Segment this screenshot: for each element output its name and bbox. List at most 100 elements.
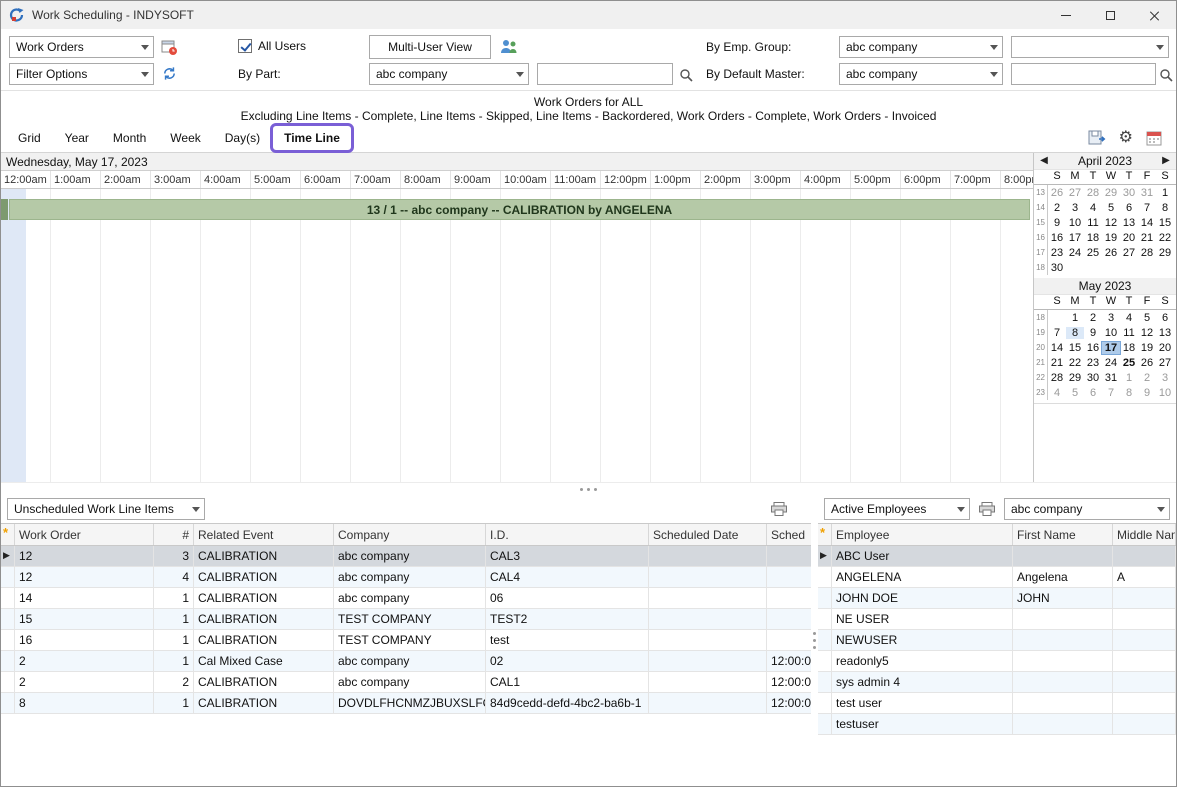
close-button[interactable] [1132, 1, 1176, 29]
calendar-day[interactable]: 1 [1156, 187, 1174, 199]
calendar-icon[interactable] [1146, 130, 1162, 146]
table-row[interactable]: 141CALIBRATIONabc company06 [1, 588, 811, 609]
calendar-day[interactable]: 7 [1102, 387, 1120, 399]
calendar-day[interactable]: 26 [1102, 247, 1120, 259]
calendar-day[interactable]: 26 [1138, 357, 1156, 369]
calendar-day[interactable]: 29 [1066, 372, 1084, 384]
calendar-day[interactable]: 26 [1048, 187, 1066, 199]
calendar-day[interactable]: 9 [1048, 217, 1066, 229]
calendar-day[interactable]: 6 [1084, 387, 1102, 399]
table-row[interactable]: readonly5 [818, 651, 1176, 672]
calendar-day[interactable]: 8 [1156, 202, 1174, 214]
calendar-day[interactable]: 18 [1084, 232, 1102, 244]
table-row[interactable]: sys admin 4 [818, 672, 1176, 693]
table-row[interactable]: test user [818, 693, 1176, 714]
calendar-day[interactable]: 28 [1048, 372, 1066, 384]
settings-gear-icon[interactable]: ⚙ [1119, 130, 1133, 146]
calendar-day[interactable]: 31 [1102, 372, 1120, 384]
calendar-day[interactable]: 13 [1156, 327, 1174, 339]
table-row[interactable]: 151CALIBRATIONTEST COMPANYTEST2 [1, 609, 811, 630]
calendar-day[interactable]: 4 [1048, 387, 1066, 399]
calendar-day[interactable]: 10 [1066, 217, 1084, 229]
tab-year[interactable]: Year [54, 127, 100, 149]
calendar-day[interactable]: 14 [1138, 217, 1156, 229]
minimize-button[interactable] [1044, 1, 1088, 29]
all-users-checkbox[interactable]: All Users [238, 39, 306, 53]
calendar-day[interactable]: 9 [1138, 387, 1156, 399]
calendar-day[interactable]: 17 [1102, 342, 1120, 354]
part-search-icon[interactable] [679, 68, 693, 82]
multi-user-icon[interactable] [500, 38, 518, 55]
calendar-day[interactable]: 25 [1084, 247, 1102, 259]
timeline-grid[interactable]: 13 / 1 -- abc company -- CALIBRATION by … [1, 189, 1033, 482]
calendar-day[interactable]: 5 [1102, 202, 1120, 214]
table-row[interactable]: ▶123CALIBRATIONabc companyCAL3 [1, 546, 811, 567]
calendar-day[interactable]: 7 [1138, 202, 1156, 214]
calendar-day[interactable]: 16 [1084, 342, 1102, 354]
tab-time-line[interactable]: Time Line [273, 127, 351, 149]
calendar-day[interactable]: 20 [1120, 232, 1138, 244]
calendar-day[interactable]: 29 [1156, 247, 1174, 259]
calendar-day[interactable]: 27 [1156, 357, 1174, 369]
table-row[interactable]: 21Cal Mixed Caseabc company0212:00:00 [1, 651, 811, 672]
refresh-icon[interactable] [162, 66, 177, 81]
column-header[interactable]: Employee [832, 524, 1013, 545]
tab-month[interactable]: Month [102, 127, 157, 149]
schedule-calendar-icon[interactable] [161, 39, 178, 56]
part-search-input[interactable] [537, 63, 673, 85]
column-header[interactable]: Company [334, 524, 486, 545]
emp-group-select[interactable]: abc company [839, 36, 1003, 58]
calendar-day[interactable]: 24 [1102, 357, 1120, 369]
calendar-day[interactable]: 12 [1102, 217, 1120, 229]
column-header[interactable]: Scheduled Date [649, 524, 767, 545]
table-row[interactable]: ▶ABC User [818, 546, 1176, 567]
horizontal-splitter[interactable] [1, 482, 1176, 495]
calendar-day[interactable]: 25 [1120, 357, 1138, 369]
calendar-day[interactable]: 7 [1048, 327, 1066, 339]
table-row[interactable]: NE USER [818, 609, 1176, 630]
default-master-select[interactable]: abc company [839, 63, 1003, 85]
master-search-icon[interactable] [1159, 68, 1173, 82]
employees-view-select[interactable]: Active Employees [824, 498, 970, 520]
calendar-day[interactable]: 10 [1102, 327, 1120, 339]
table-row[interactable]: 81CALIBRATIONDOVDLFHCNMZJBUXSLFCGNI84d9c… [1, 693, 811, 714]
calendar-day[interactable]: 4 [1120, 312, 1138, 324]
calendar-day[interactable]: 21 [1048, 357, 1066, 369]
table-row[interactable]: NEWUSER [818, 630, 1176, 651]
table-row[interactable]: 22CALIBRATIONabc companyCAL112:00:00 [1, 672, 811, 693]
column-header[interactable]: First Name [1013, 524, 1113, 545]
calendar-day[interactable]: 6 [1156, 312, 1174, 324]
calendar-day[interactable]: 1 [1066, 312, 1084, 324]
prev-month-button[interactable]: ◀ [1037, 155, 1051, 166]
master-search-input[interactable] [1011, 63, 1156, 85]
column-header[interactable]: Work Order [15, 524, 154, 545]
column-header[interactable]: # [154, 524, 194, 545]
calendar-day[interactable]: 3 [1156, 372, 1174, 384]
export-layout-icon[interactable] [1088, 130, 1106, 146]
calendar-day[interactable]: 18 [1120, 342, 1138, 354]
calendar-day[interactable]: 28 [1138, 247, 1156, 259]
calendar-day[interactable]: 8 [1120, 387, 1138, 399]
calendar-day[interactable]: 23 [1048, 247, 1066, 259]
calendar-day[interactable]: 23 [1084, 357, 1102, 369]
calendar-day[interactable]: 24 [1066, 247, 1084, 259]
employees-header-row[interactable]: *EmployeeFirst NameMiddle Name [818, 524, 1176, 546]
calendar-day[interactable]: 11 [1120, 327, 1138, 339]
employee-company-select[interactable]: abc company [1004, 498, 1170, 520]
calendar-day[interactable]: 27 [1120, 247, 1138, 259]
work-items-view-select[interactable]: Unscheduled Work Line Items [7, 498, 205, 520]
calendar-day[interactable]: 19 [1138, 342, 1156, 354]
maximize-button[interactable] [1088, 1, 1132, 29]
next-month-button[interactable]: ▶ [1159, 155, 1173, 166]
calendar-day[interactable]: 8 [1066, 327, 1084, 339]
print-work-items-icon[interactable] [771, 502, 787, 516]
calendar-day[interactable]: 6 [1120, 202, 1138, 214]
calendar-day[interactable]: 1 [1120, 372, 1138, 384]
calendar-day[interactable]: 3 [1066, 202, 1084, 214]
schedule-event-bar[interactable]: 13 / 1 -- abc company -- CALIBRATION by … [9, 199, 1030, 220]
view-mode-select[interactable]: Work Orders [9, 36, 154, 58]
calendar-day[interactable]: 21 [1138, 232, 1156, 244]
table-row[interactable]: 161CALIBRATIONTEST COMPANYtest [1, 630, 811, 651]
calendar-day[interactable]: 2 [1048, 202, 1066, 214]
calendar-day[interactable]: 22 [1156, 232, 1174, 244]
